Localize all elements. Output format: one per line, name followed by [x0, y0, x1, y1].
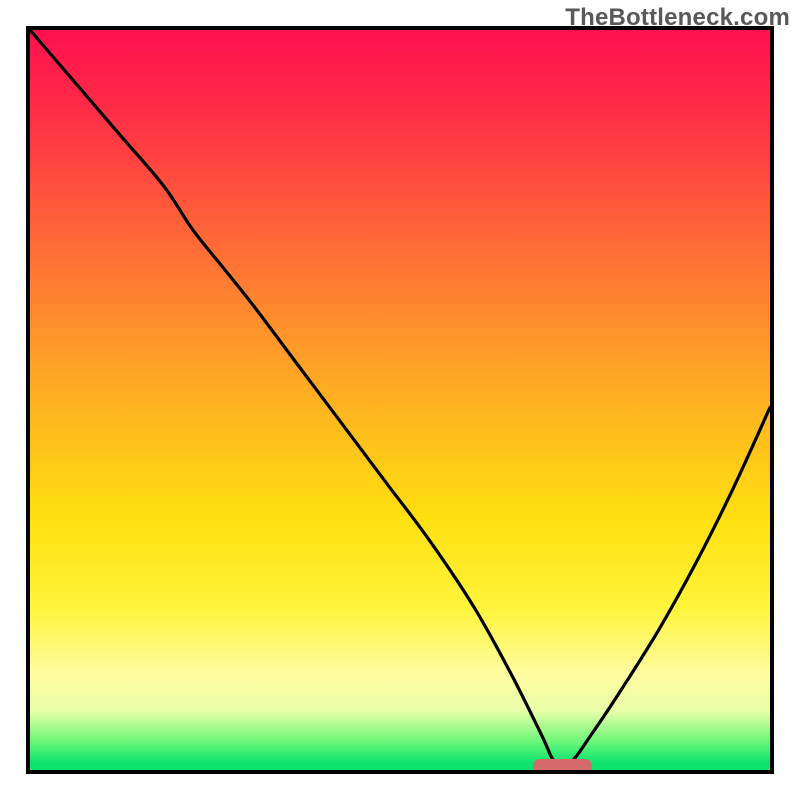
watermark-text: TheBottleneck.com [565, 4, 790, 32]
plot-frame [26, 26, 774, 774]
optimal-zone-marker [533, 759, 592, 773]
bottleneck-curve [30, 30, 770, 770]
chart-root: TheBottleneck.com [0, 0, 800, 800]
curve-path [30, 30, 770, 767]
